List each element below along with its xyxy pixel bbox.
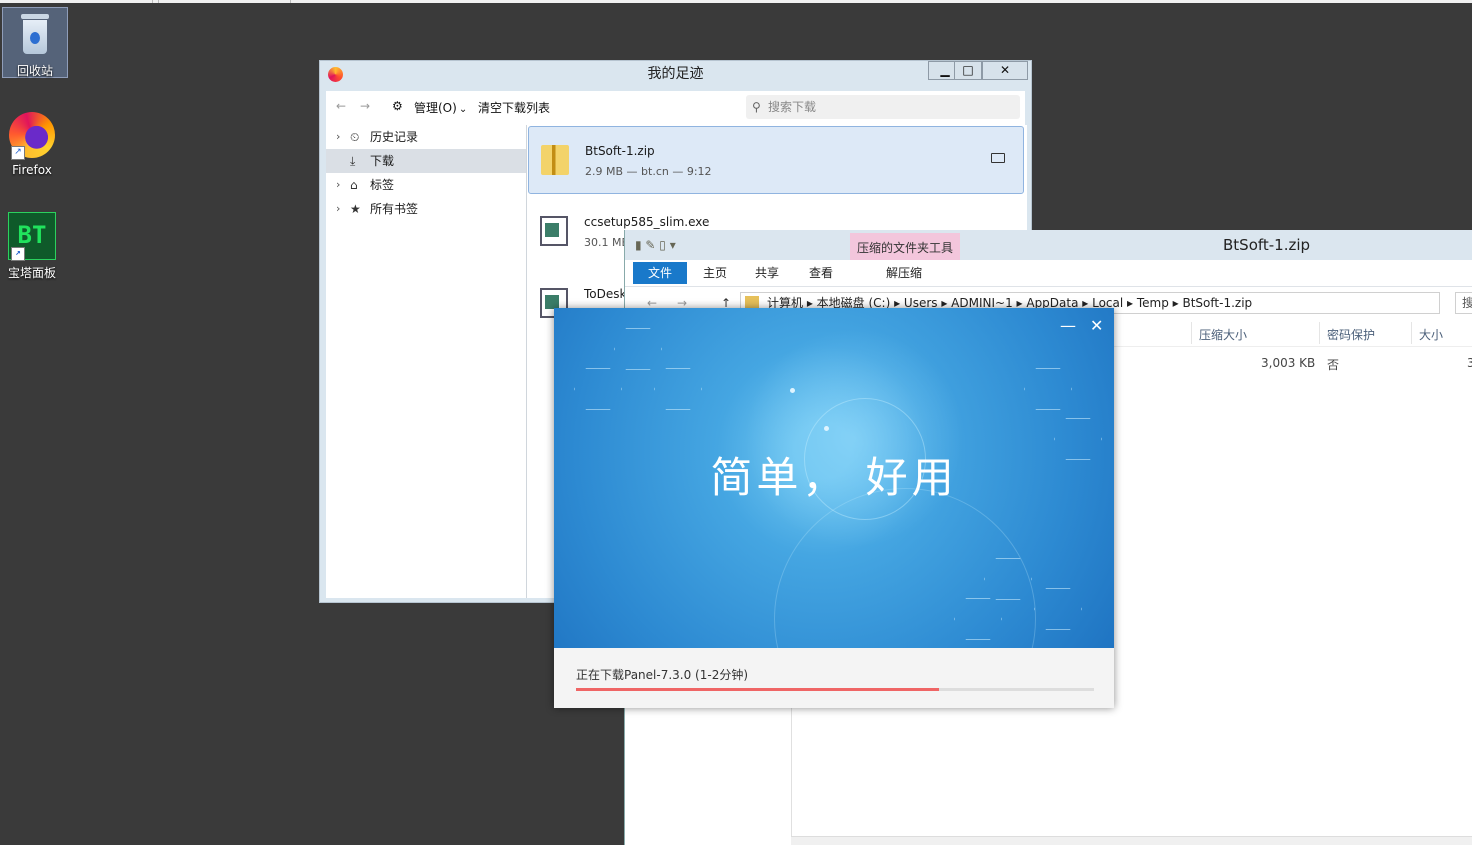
tag-icon: ⌂ — [350, 178, 358, 192]
installer-footer: 正在下载Panel-7.3.0 (1-2分钟) — [554, 648, 1114, 708]
sidebar-item-bookmarks[interactable]: › ★ 所有书签 — [326, 197, 526, 221]
installer-window: — ✕ 简单， 好用 正在下载Panel-7.3.0 (1-2分钟) — [554, 308, 1114, 708]
cell-password: 否 — [1327, 358, 1340, 372]
download-name: ToDesk — [584, 287, 627, 301]
sidebar-item-label: 所有书签 — [370, 202, 419, 216]
splash-banner: — ✕ 简单， 好用 — [554, 308, 1114, 648]
star-icon: ★ — [350, 202, 361, 216]
recycle-bin-icon — [21, 14, 49, 54]
context-tab-label: 压缩的文件夹工具 — [850, 233, 960, 260]
sidebar-item-history[interactable]: › ⏲ 历史记录 — [326, 125, 526, 149]
firefox-label: Firefox — [12, 163, 52, 177]
progress-bar — [576, 688, 1094, 691]
bt-panel-shortcut[interactable]: BT ↗ 宝塔面板 — [0, 212, 64, 280]
library-sidebar: › ⏲ 历史记录 ⤓ 下载 › ⌂ 标签 › ★ 所有书签 — [326, 125, 527, 598]
tab-view[interactable]: 查看 — [809, 264, 833, 281]
cell-compressed-size: 3,003 KB — [1261, 356, 1316, 370]
progress-fill — [576, 688, 939, 691]
chevron-down-icon: ⌄ — [458, 104, 468, 115]
download-meta: 30.1 MB — [584, 236, 630, 249]
download-meta: 2.9 MB — bt.cn — 9:12 — [585, 165, 712, 178]
close-button[interactable]: ✕ — [982, 61, 1028, 80]
tab-file[interactable]: 文件 — [633, 262, 687, 284]
explorer-titlebar: ▮ ✎ ▯ ▾ 压缩的文件夹工具 BtSoft-1.zip — [625, 230, 1472, 260]
clear-downloads-button[interactable]: 清空下载列表 — [478, 99, 550, 116]
exe-file-icon — [540, 216, 568, 246]
window-title: 我的足迹 — [647, 66, 704, 82]
shortcut-arrow-icon: ↗ — [11, 146, 25, 160]
quick-access-toolbar[interactable]: ▮ ✎ ▯ ▾ — [635, 238, 676, 252]
library-toolbar: ← → ⚙ 管理(O)⌄ 清空下载列表 搜索下载 — [326, 91, 1025, 125]
sidebar-item-label: 历史记录 — [370, 130, 419, 144]
shortcut-arrow-icon: ↗ — [11, 247, 25, 261]
search-input[interactable]: 搜索下载 — [746, 95, 1020, 119]
clock-icon: ⏲ — [350, 130, 360, 144]
top-taskbar-strip — [0, 0, 1472, 3]
pane-divider — [791, 706, 792, 845]
minimize-button[interactable]: — — [1060, 316, 1076, 335]
bt-panel-label: 宝塔面板 — [7, 266, 56, 280]
forward-icon[interactable]: → — [360, 99, 370, 113]
cell-size: 3 — [1467, 356, 1472, 370]
firefox-shortcut[interactable]: ↗ Firefox — [0, 112, 64, 178]
back-icon[interactable]: ← — [336, 99, 346, 113]
download-icon: ⤓ — [350, 154, 356, 168]
recycle-bin-label: 回收站 — [16, 64, 53, 78]
chevron-right-icon: › — [336, 202, 341, 215]
download-name: ccsetup585_slim.exe — [584, 215, 710, 229]
splash-slogan: 简单， 好用 — [710, 453, 958, 502]
open-folder-icon[interactable] — [991, 153, 1005, 163]
ribbon-tabs: 文件 主页 共享 查看 解压缩 — [625, 260, 1472, 287]
column-size[interactable]: 大小 — [1419, 326, 1443, 343]
maximize-button[interactable]: □ — [954, 61, 982, 80]
zip-file-icon — [541, 145, 569, 175]
bt-panel-icon: BT ↗ — [8, 212, 56, 261]
download-status: 正在下载Panel-7.3.0 (1-2分钟) — [576, 668, 749, 682]
window-title: BtSoft-1.zip — [1223, 236, 1311, 254]
chevron-right-icon: › — [336, 178, 341, 191]
sidebar-item-label: 标签 — [370, 178, 395, 192]
column-compressed-size[interactable]: 压缩大小 — [1199, 326, 1247, 343]
sidebar-item-tags[interactable]: › ⌂ 标签 — [326, 173, 526, 197]
column-password[interactable]: 密码保护 — [1327, 326, 1375, 343]
tab-share[interactable]: 共享 — [755, 264, 779, 281]
download-name: BtSoft-1.zip — [585, 144, 655, 158]
tab-extract[interactable]: 解压缩 — [886, 264, 922, 281]
firefox-icon: ↗ — [9, 112, 55, 160]
sidebar-item-label: 下载 — [370, 154, 395, 168]
chevron-right-icon: › — [336, 130, 341, 143]
recycle-bin-shortcut[interactable]: 回收站 — [2, 7, 68, 78]
close-button[interactable]: ✕ — [1090, 316, 1103, 335]
gear-icon: ⚙ — [392, 99, 403, 113]
sidebar-item-downloads[interactable]: ⤓ 下载 — [326, 149, 526, 173]
manage-button[interactable]: 管理(O) ⌄ — [414, 99, 467, 116]
list-item[interactable]: BtSoft-1.zip 2.9 MB — bt.cn — 9:12 — [528, 126, 1024, 194]
search-input[interactable]: 搜 — [1455, 292, 1472, 314]
tab-home[interactable]: 主页 — [703, 264, 727, 281]
horizontal-scrollbar[interactable] — [791, 836, 1472, 845]
